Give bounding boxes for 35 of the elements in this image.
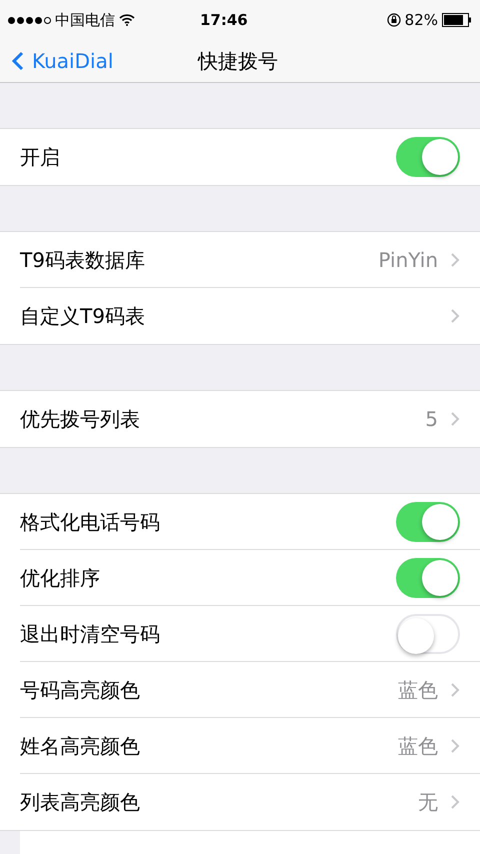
row-label: 姓名高亮颜色	[20, 732, 140, 760]
row-value: 蓝色	[398, 676, 438, 704]
chevron-icon	[450, 738, 460, 754]
carrier-name: 中国电信	[55, 10, 115, 31]
row-label: 列表高亮颜色	[20, 789, 140, 816]
chevron-icon	[450, 308, 460, 324]
row-label: 优先拨号列表	[20, 406, 140, 433]
row-label: T9码表数据库	[20, 246, 145, 274]
toggle-switch[interactable]	[396, 137, 460, 177]
rotation-lock-icon	[386, 13, 401, 27]
row-label: 开启	[20, 144, 60, 171]
wifi-icon	[119, 14, 135, 26]
back-chevron-icon	[12, 51, 24, 71]
chevron-icon	[450, 682, 460, 698]
toggle-switch[interactable]	[396, 558, 460, 598]
row-value: 无	[418, 789, 438, 816]
chevron-icon	[450, 411, 460, 427]
signal-icon	[8, 16, 51, 24]
back-button[interactable]: KuaiDial	[0, 46, 114, 76]
page-title: 快捷拨号	[198, 48, 278, 75]
status-time: 17:46	[200, 10, 248, 31]
battery-icon	[442, 13, 472, 27]
toggle-switch[interactable]	[396, 614, 460, 654]
row-label: 优化排序	[20, 564, 100, 592]
row-value: 蓝色	[398, 732, 438, 760]
row-label: 自定义T9码表	[20, 303, 145, 330]
toggle-switch[interactable]	[396, 502, 460, 542]
row-label: 格式化电话号码	[20, 508, 160, 536]
chevron-icon	[450, 794, 460, 810]
row-label: 退出时清空号码	[20, 620, 160, 648]
row-value: PinYin	[378, 246, 438, 274]
chevron-icon	[450, 252, 460, 268]
battery-percent: 82%	[404, 10, 438, 31]
row-label: 号码高亮颜色	[20, 676, 140, 704]
row-value: 5	[425, 406, 438, 433]
